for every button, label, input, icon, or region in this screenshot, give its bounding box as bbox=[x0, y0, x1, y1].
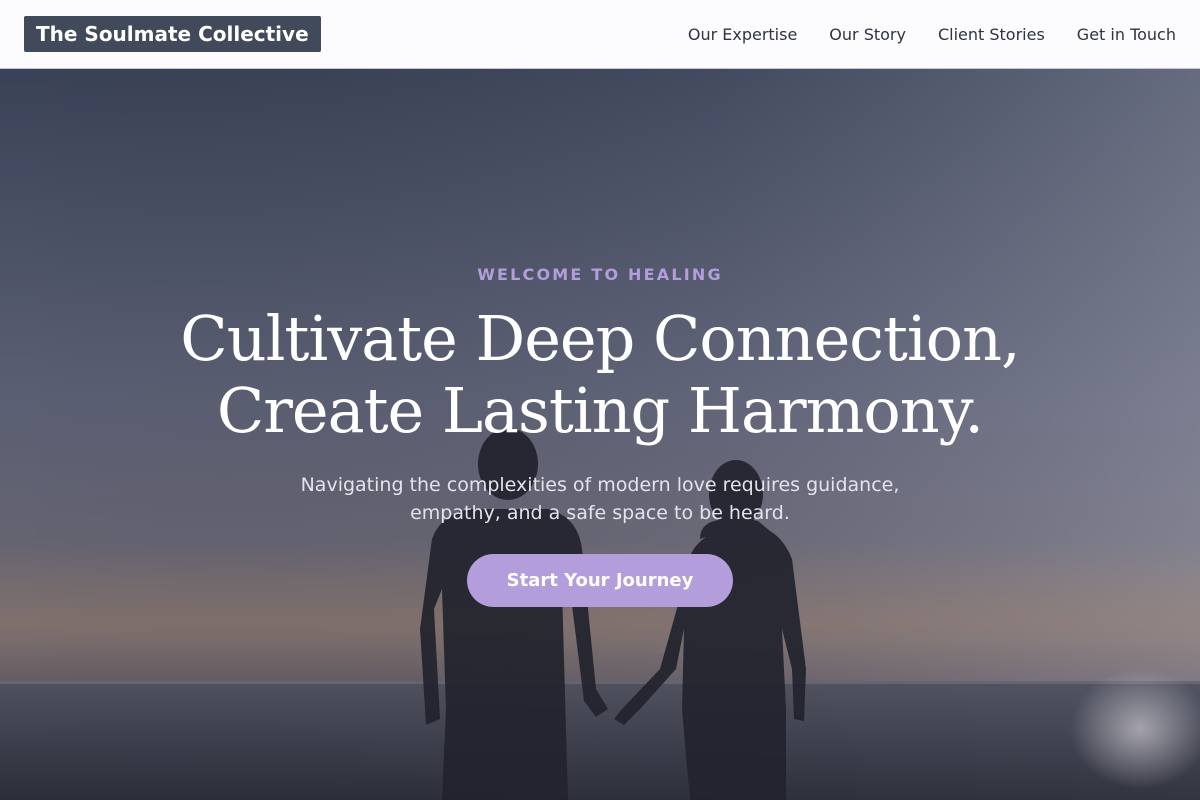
hero-eyebrow: WELCOME TO HEALING bbox=[477, 265, 723, 284]
hero-headline-line-2: Create Lasting Harmony. bbox=[216, 374, 984, 447]
hero-subtext: Navigating the complexities of modern lo… bbox=[300, 474, 900, 524]
nav-link-our-expertise[interactable]: Our Expertise bbox=[688, 25, 797, 44]
main-nav: Our Expertise Our Story Client Stories G… bbox=[688, 0, 1176, 68]
top-navbar: The Soulmate Collective Our Expertise Ou… bbox=[0, 0, 1200, 69]
nav-link-our-story[interactable]: Our Story bbox=[829, 25, 906, 44]
hero-headline: Cultivate Deep Connection, Create Lastin… bbox=[100, 303, 1100, 447]
nav-link-get-in-touch[interactable]: Get in Touch bbox=[1077, 25, 1176, 44]
hero-headline-line-1: Cultivate Deep Connection, bbox=[180, 302, 1021, 375]
hero-section: WELCOME TO HEALING Cultivate Deep Connec… bbox=[0, 69, 1200, 800]
start-journey-button[interactable]: Start Your Journey bbox=[467, 554, 733, 607]
nav-link-client-stories[interactable]: Client Stories bbox=[938, 25, 1045, 44]
brand-logo[interactable]: The Soulmate Collective bbox=[24, 16, 321, 52]
hero-content: WELCOME TO HEALING Cultivate Deep Connec… bbox=[0, 69, 1200, 800]
